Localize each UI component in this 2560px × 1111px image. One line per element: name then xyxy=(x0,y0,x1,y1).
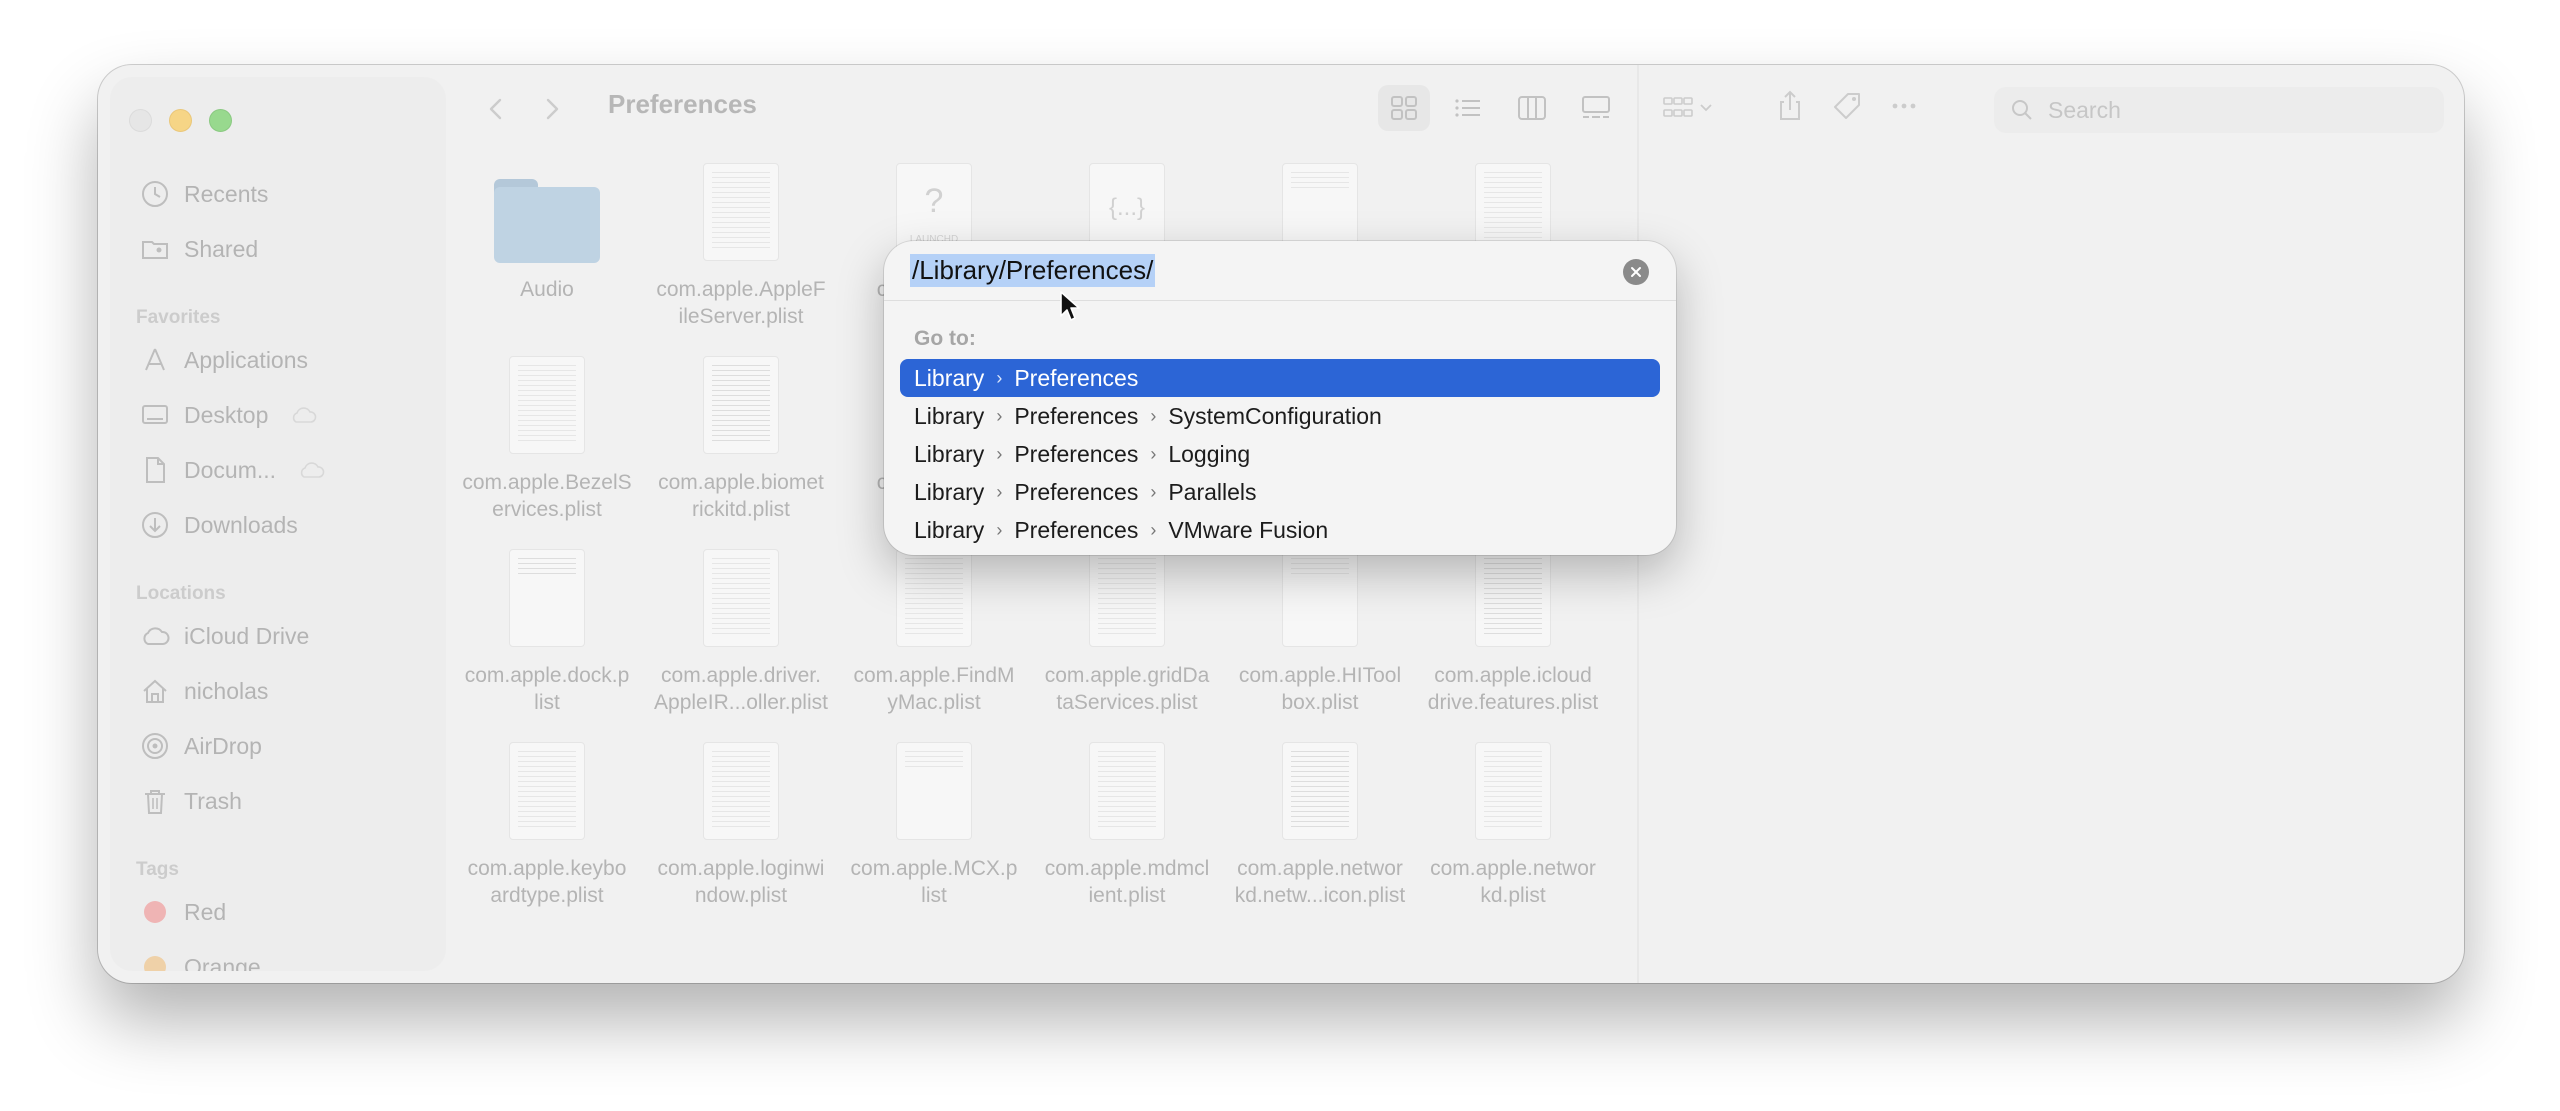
path-component: Preferences xyxy=(1014,516,1139,543)
path-component: Logging xyxy=(1168,440,1251,467)
path-separator-icon: › xyxy=(996,443,1003,464)
path-separator-icon: › xyxy=(996,481,1003,502)
path-input-value[interactable]: /Library/Preferences/ xyxy=(910,254,1156,287)
path-separator-icon: › xyxy=(1150,405,1157,426)
path-field[interactable]: /Library/Preferences/ xyxy=(884,241,1676,301)
path-component: Library xyxy=(914,478,985,505)
path-component: Library xyxy=(914,516,985,543)
clear-x-icon xyxy=(1631,267,1641,277)
path-component: Library xyxy=(914,440,985,467)
path-separator-icon: › xyxy=(996,405,1003,426)
path-separator-icon: › xyxy=(996,519,1003,540)
path-component: Library xyxy=(914,402,985,429)
path-separator-icon: › xyxy=(1150,481,1157,502)
go-to-folder-dialog: /Library/Preferences/ Go to: Library › Pre… xyxy=(884,241,1676,555)
clear-path-button[interactable] xyxy=(1623,259,1649,285)
go-to-suggestion[interactable]: Library › Preferences › Parallels xyxy=(900,473,1660,511)
path-component: Preferences xyxy=(1014,440,1139,467)
path-component: Preferences xyxy=(1014,364,1139,391)
path-separator-icon: › xyxy=(996,367,1003,388)
mouse-pointer-icon xyxy=(1060,291,1080,321)
go-to-suggestion[interactable]: Library › Preferences › SystemConfiguration xyxy=(900,397,1660,435)
go-to-suggestion[interactable]: Library › Preferences › VMware Fusion xyxy=(900,511,1660,549)
go-to-suggestion[interactable]: Library › Preferences › Logging xyxy=(900,435,1660,473)
path-component: Parallels xyxy=(1168,478,1257,505)
go-to-label: Go to: xyxy=(914,327,976,350)
path-component: VMware Fusion xyxy=(1168,516,1329,543)
path-component: Preferences xyxy=(1014,402,1139,429)
go-to-suggestion[interactable]: Library › Preferences xyxy=(900,359,1660,397)
path-component: SystemConfiguration xyxy=(1168,402,1382,429)
path-component: Preferences xyxy=(1014,478,1139,505)
path-component: Library xyxy=(914,364,985,391)
path-separator-icon: › xyxy=(1150,519,1157,540)
path-separator-icon: › xyxy=(1150,443,1157,464)
